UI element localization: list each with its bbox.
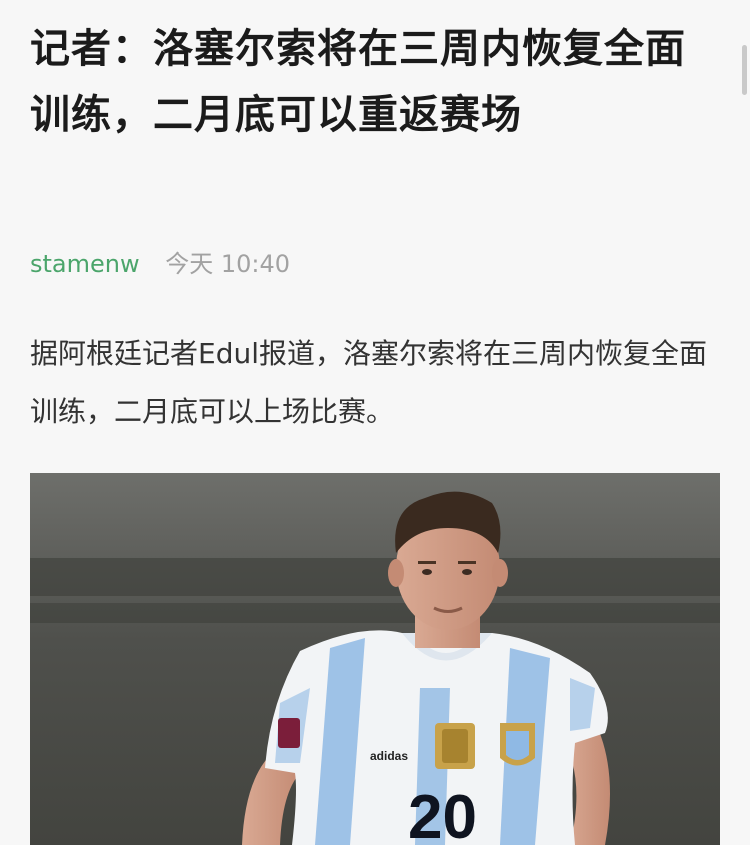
article-meta: stamenw 今天 10:40: [30, 248, 290, 280]
scrollbar[interactable]: [742, 45, 747, 95]
publish-time: 今天 10:40: [165, 250, 291, 278]
kit-brand-text: adidas: [370, 749, 408, 763]
article-photo[interactable]: adidas 20: [30, 473, 720, 845]
article-title: 记者：洛塞尔索将在三周内恢复全面训练，二月底可以重返赛场: [30, 26, 686, 138]
jersey-number: 20: [408, 783, 477, 845]
player-photo-illustration: adidas 20: [30, 473, 720, 845]
article-paragraph: 据阿根廷记者Edul报道，洛塞尔索将在三周内恢复全面训练，二月底可以上场比赛。: [30, 337, 707, 428]
sleeve-badge-icon: [278, 718, 300, 748]
author-link[interactable]: stamenw: [30, 250, 140, 278]
